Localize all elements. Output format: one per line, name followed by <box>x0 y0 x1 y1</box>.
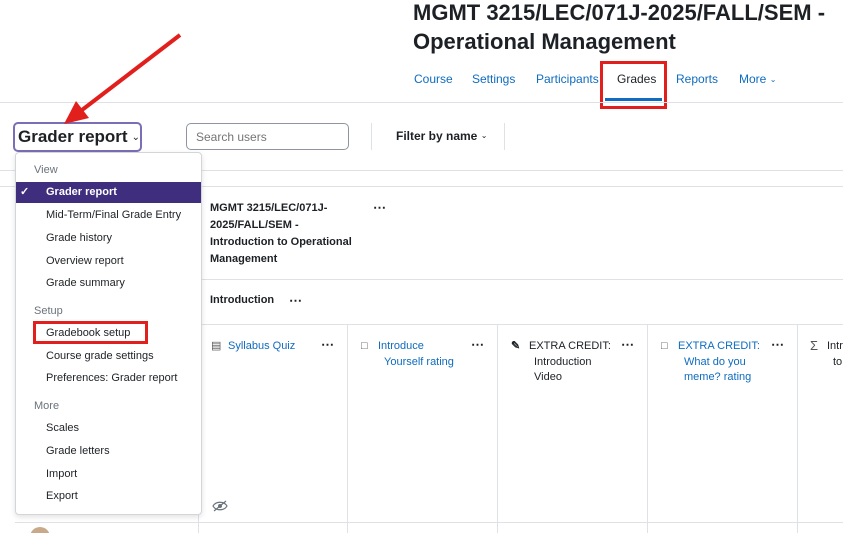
grid-line <box>797 324 798 533</box>
grade-item-label: EXTRA CREDIT: <box>678 340 760 352</box>
menu-item-export[interactable]: Export <box>16 486 201 507</box>
menu-item-label: Export <box>46 490 78 502</box>
menu-item-overview-report[interactable]: Overview report <box>16 251 201 272</box>
forum-icon: □ <box>661 340 668 352</box>
category-title-line: Management <box>210 253 278 265</box>
menu-item-label: Grade letters <box>46 445 110 457</box>
grade-item-actions-menu[interactable]: ⋯ <box>321 338 334 351</box>
grade-item-label: Video <box>534 371 562 383</box>
grid-line <box>198 279 843 280</box>
assignment-icon: ✎ <box>511 340 521 352</box>
annotation-box-gradebook-setup <box>33 321 148 344</box>
course-title-line2: Operational Management <box>413 29 676 54</box>
menu-item-label: Overview report <box>46 255 124 267</box>
grid-line <box>347 324 348 533</box>
chevron-down-icon: ⌄ <box>131 132 140 143</box>
tab-more[interactable]: More ⌄ <box>739 72 776 86</box>
grade-item-actions-menu[interactable]: ⋯ <box>771 338 784 351</box>
chevron-down-icon: ⌄ <box>480 131 488 140</box>
category-title-line: Introduction to Operational <box>210 236 352 248</box>
menu-item-grader-report[interactable]: ✓ Grader report <box>16 182 201 203</box>
menu-item-label: Course grade settings <box>46 350 154 362</box>
tab-more-label: More <box>739 72 767 86</box>
filter-by-name-label: Filter by name <box>396 129 478 143</box>
category-actions-menu[interactable]: ⋯ <box>373 201 386 214</box>
grade-item-actions-menu[interactable]: ⋯ <box>471 338 484 351</box>
menu-item-course-grade-settings[interactable]: Course grade settings <box>16 346 201 367</box>
menu-item-grade-summary[interactable]: Grade summary <box>16 273 201 294</box>
menu-item-label: Mid-Term/Final Grade Entry <box>46 209 182 221</box>
forum-icon: □ <box>361 340 368 352</box>
tab-course[interactable]: Course <box>414 72 453 86</box>
subcategory-title: Introduction <box>210 294 275 306</box>
menu-item-preferences-grader-report[interactable]: Preferences: Grader report <box>16 368 201 389</box>
grade-item-label: meme? rating <box>684 371 752 383</box>
menu-item-label: Scales <box>46 422 80 434</box>
grade-item-actions-menu[interactable]: ⋯ <box>621 338 634 351</box>
grid-line <box>198 324 843 325</box>
report-selector[interactable]: Grader report ⌄ <box>13 122 142 152</box>
grade-item-label: Yourself rating <box>384 356 454 368</box>
grade-item-label: EXTRA CREDIT: <box>529 340 611 352</box>
grid-line <box>15 522 843 523</box>
grade-item-label: Syllabus Quiz <box>228 340 296 352</box>
subcategory-actions-menu[interactable]: ⋯ <box>289 294 302 307</box>
category-title-line: MGMT 3215/LEC/071J- <box>210 202 328 214</box>
grade-item-label: What do you <box>684 356 746 368</box>
menu-item-label: Import <box>46 468 78 480</box>
grade-item-label: Introduce <box>378 340 424 352</box>
grade-item-label: Intr <box>827 340 843 352</box>
check-icon: ✓ <box>20 186 30 198</box>
divider <box>371 123 372 150</box>
filter-by-name-dropdown[interactable]: Filter by name ⌄ <box>396 129 487 143</box>
menu-item-scales[interactable]: Scales <box>16 418 201 439</box>
tab-reports[interactable]: Reports <box>676 72 718 86</box>
grade-item-label: Introduction <box>534 356 592 368</box>
menu-item-label: Grade summary <box>46 277 125 289</box>
menu-item-label: Preferences: Grader report <box>46 372 178 384</box>
grid-line <box>647 324 648 533</box>
report-selector-label: Grader report <box>18 127 128 146</box>
grade-item-label: to <box>833 356 843 368</box>
hidden-eye-icon <box>212 500 228 512</box>
search-users-input[interactable] <box>186 123 349 150</box>
menu-item-label: Grader report <box>46 186 117 198</box>
category-title: MGMT 3215/LEC/071J- 2025/FALL/SEM - Intr… <box>210 200 365 268</box>
menu-header-more: More <box>34 400 60 412</box>
chevron-down-icon: ⌄ <box>769 75 777 84</box>
menu-item-midterm-final[interactable]: Mid-Term/Final Grade Entry <box>16 205 201 226</box>
tab-settings[interactable]: Settings <box>472 72 515 86</box>
course-title: MGMT 3215/LEC/071J-2025/FALL/SEM - Opera… <box>413 0 825 56</box>
category-title-line: 2025/FALL/SEM - <box>210 219 299 231</box>
menu-header-view: View <box>34 164 58 176</box>
divider <box>504 123 505 150</box>
menu-header-setup: Setup <box>34 305 63 317</box>
grid-line <box>497 324 498 533</box>
tab-participants[interactable]: Participants <box>536 72 599 86</box>
menu-item-grade-letters[interactable]: Grade letters <box>16 441 201 462</box>
menu-item-label: Grade history <box>46 232 113 244</box>
course-title-line1: MGMT 3215/LEC/071J-2025/FALL/SEM - <box>413 0 826 25</box>
quiz-icon: ▤ <box>211 340 222 352</box>
menu-item-import[interactable]: Import <box>16 464 201 485</box>
sigma-icon: Σ <box>810 338 819 353</box>
menu-item-grade-history[interactable]: Grade history <box>16 228 201 249</box>
divider <box>0 102 843 103</box>
